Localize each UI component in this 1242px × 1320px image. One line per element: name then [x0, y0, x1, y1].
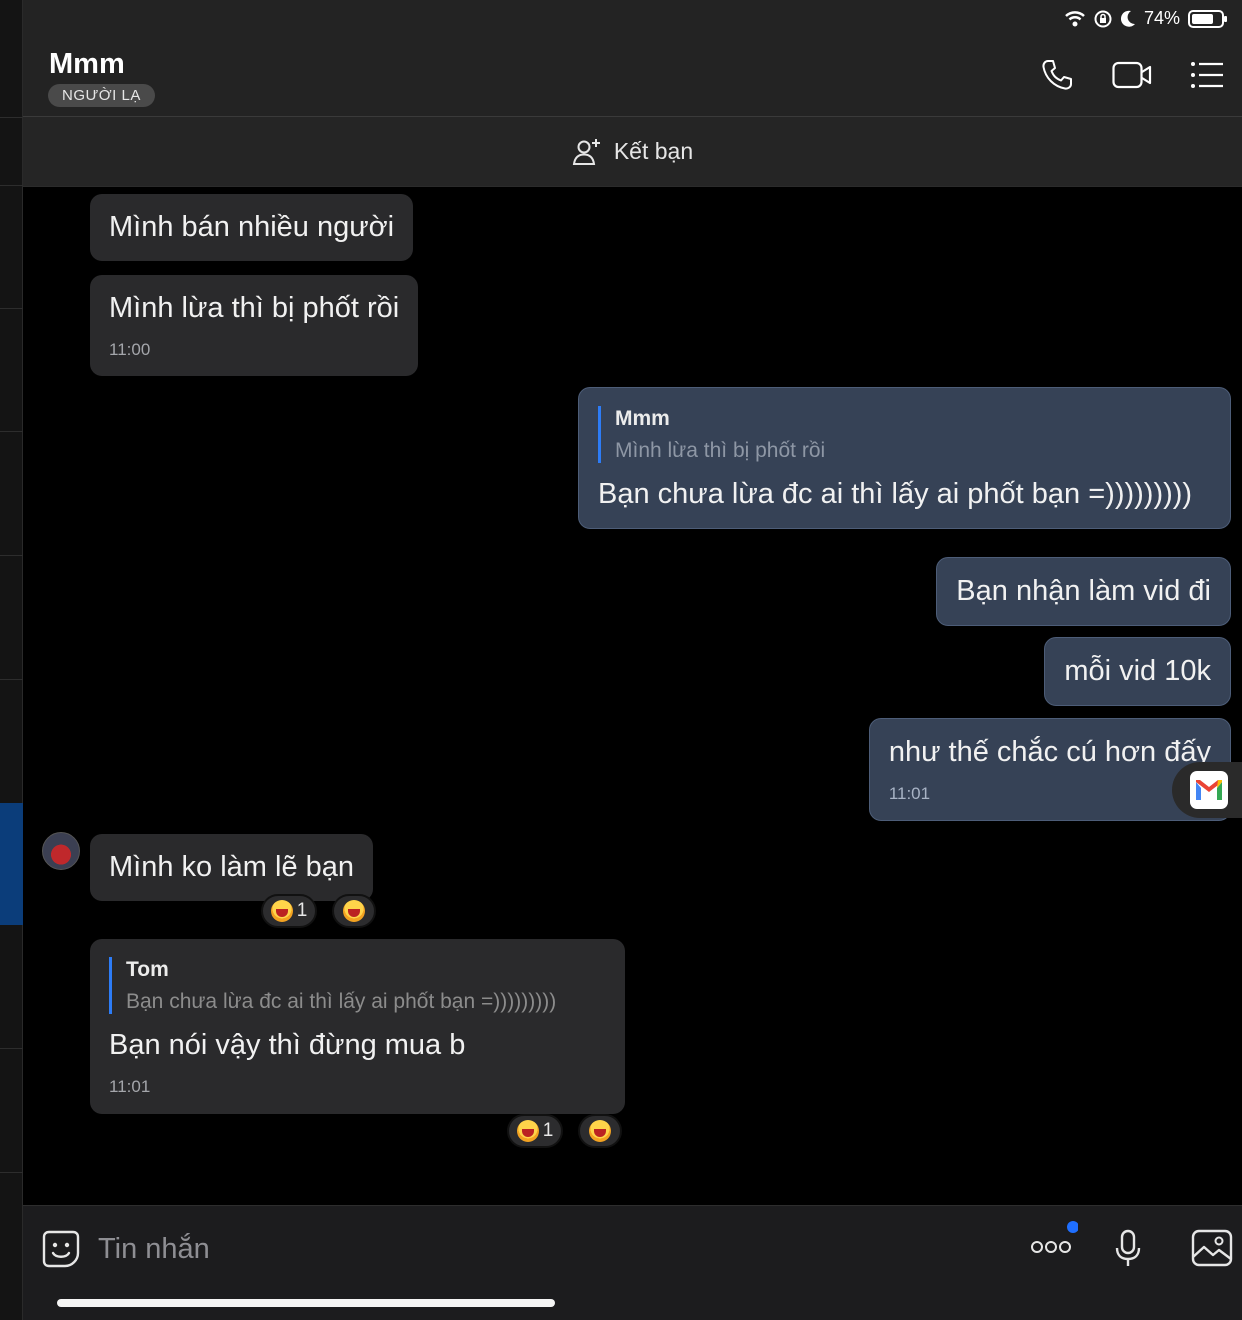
message-incoming[interactable]: Tom Bạn chưa lừa đc ai thì lấy ai phốt b…	[90, 939, 625, 1114]
quote-author: Mmm	[615, 407, 670, 430]
message-incoming[interactable]: Mình ko làm lẽ bạn	[90, 834, 374, 901]
image-icon[interactable]	[1191, 1229, 1233, 1267]
reply-quote[interactable]: Tom Bạn chưa lừa đc ai thì lấy ai phốt b…	[109, 957, 606, 1015]
quote-text: Mình lừa thì bị phốt rồi	[615, 439, 826, 463]
more-icon[interactable]	[1030, 1220, 1078, 1256]
divider	[0, 117, 23, 118]
divider	[0, 1172, 23, 1173]
battery-percent: 74%	[1143, 8, 1180, 28]
selected-conversation[interactable]	[0, 803, 23, 925]
status-bar: 74%	[1064, 8, 1227, 29]
message-outgoing[interactable]: mỗi vid 10k	[1044, 637, 1231, 706]
laugh-emoji-icon	[516, 1120, 539, 1142]
sticker-icon[interactable]	[41, 1229, 81, 1269]
message-outgoing[interactable]: Mmm Mình lừa thì bị phốt rồi Bạn chưa lừ…	[578, 387, 1231, 530]
message-outgoing[interactable]: Bạn nhận làm vid đi	[936, 557, 1231, 626]
reaction-badge[interactable]: 1	[261, 894, 317, 928]
message-text: Bạn nói vậy thì đừng mua b	[109, 1029, 466, 1062]
message-text: như thế chắc cú hơn đấy	[888, 736, 1211, 768]
quote-author: Tom	[126, 958, 169, 981]
phone-icon[interactable]	[1040, 58, 1074, 92]
message-text: mỗi vid 10k	[1064, 655, 1211, 687]
battery-icon	[1188, 9, 1227, 28]
divider	[0, 185, 23, 186]
add-reaction-button[interactable]	[578, 1114, 622, 1148]
reaction-count: 1	[296, 900, 308, 921]
message-text: Mình bán nhiều người	[109, 211, 395, 243]
divider	[0, 1048, 23, 1049]
video-call-icon[interactable]	[1112, 60, 1152, 90]
message-incoming[interactable]: Mình bán nhiều người	[90, 194, 414, 261]
message-input[interactable]: Tin nhắn	[98, 1233, 210, 1266]
divider	[0, 555, 23, 556]
chat-header: 74% Mmm NGƯỜI LẠ	[23, 0, 1242, 117]
message-incoming[interactable]: Mình lừa thì bị phốt rồi 11:00	[90, 275, 419, 377]
reply-quote[interactable]: Mmm Mình lừa thì bị phốt rồi	[598, 406, 1211, 464]
add-friend-icon	[572, 138, 600, 165]
wifi-icon	[1065, 10, 1085, 26]
message-text: Bạn chưa lừa đc ai thì lấy ai phốt bạn =…	[598, 478, 1193, 511]
message-time: 11:01	[888, 783, 931, 803]
add-friend-label: Kết bạn	[613, 138, 694, 164]
gmail-icon	[1190, 771, 1228, 809]
stranger-badge: NGƯỜI LẠ	[48, 84, 155, 107]
message-time: 11:00	[109, 339, 151, 359]
message-text: Bạn nhận làm vid đi	[956, 575, 1211, 607]
divider	[0, 308, 23, 309]
microphone-icon[interactable]	[1115, 1229, 1141, 1269]
message-text: Mình ko làm lẽ bạn	[109, 851, 355, 883]
add-friend-bar[interactable]: Kết bạn	[23, 117, 1242, 187]
menu-list-icon[interactable]	[1190, 61, 1224, 89]
message-list[interactable]: Mình bán nhiều người Mình lừa thì bị phố…	[23, 187, 1242, 1205]
laugh-emoji-icon	[270, 900, 293, 922]
message-text: Mình lừa thì bị phốt rồi	[109, 292, 400, 324]
divider	[0, 431, 23, 432]
quote-text: Bạn chưa lừa đc ai thì lấy ai phốt bạn =…	[126, 990, 557, 1014]
orientation-lock-icon	[1094, 10, 1112, 27]
laugh-emoji-icon	[589, 1120, 611, 1142]
divider	[0, 679, 23, 680]
page-title: Mmm	[49, 48, 125, 80]
add-reaction-button[interactable]	[332, 894, 376, 928]
reaction-count: 1	[542, 1120, 554, 1141]
gmail-bubble[interactable]	[1172, 762, 1242, 818]
conversation-list-strip	[0, 0, 23, 1320]
message-time: 11:01	[109, 1077, 151, 1097]
reaction-badge[interactable]: 1	[507, 1114, 563, 1148]
laugh-emoji-icon	[343, 900, 365, 922]
avatar[interactable]	[42, 832, 80, 870]
home-indicator[interactable]	[57, 1299, 555, 1307]
moon-icon	[1120, 10, 1135, 27]
